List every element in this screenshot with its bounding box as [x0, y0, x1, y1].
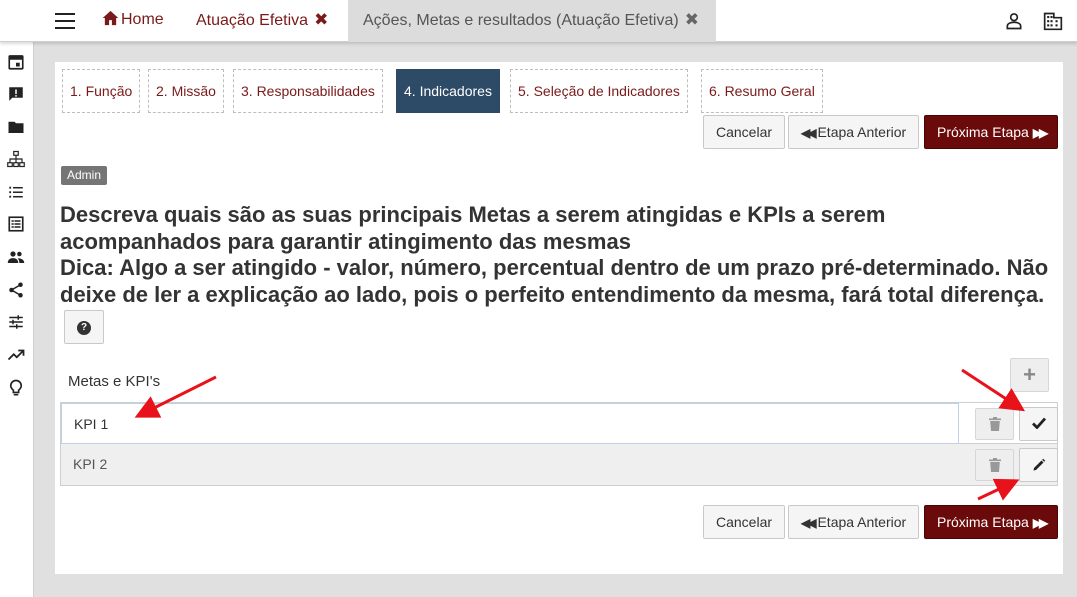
step-indicadores[interactable]: 4. Indicadores [396, 69, 500, 113]
tab-atuacao-efetiva-label: Atuação Efetiva [196, 12, 309, 29]
folder-icon[interactable] [7, 118, 25, 136]
tab-home[interactable]: Home [102, 0, 164, 42]
question-hint: Dica: Algo a ser atingido - valor, númer… [60, 255, 1050, 344]
people-icon[interactable] [7, 248, 25, 266]
sidebar [0, 42, 34, 597]
add-item-button[interactable]: + [1010, 358, 1049, 392]
list-icon[interactable] [7, 183, 25, 201]
calendar-icon[interactable] [7, 53, 25, 71]
tune-icon[interactable] [7, 313, 25, 331]
close-icon[interactable]: ✖ [314, 10, 328, 29]
org-chart-icon[interactable] [7, 150, 25, 168]
pencil-icon [1033, 458, 1045, 471]
close-icon[interactable]: ✖ [685, 10, 699, 29]
question-title: Descreva quais são as suas principais Me… [60, 202, 886, 254]
list-label: Metas e KPI's [68, 373, 161, 390]
list-item [60, 402, 1058, 444]
top-bar: Home Atuação Efetiva ✖ Ações, Metas e res… [0, 0, 1077, 42]
question-hint-text: Dica: Algo a ser atingido - valor, númer… [60, 255, 1049, 307]
tab-acoes-metas-label: Ações, Metas e resultados (Atuação Efeti… [363, 12, 679, 29]
step-funcao[interactable]: 1. Função [62, 69, 141, 113]
step-selecao-indicadores[interactable]: 5. Seleção de Indicadores [510, 69, 688, 113]
kpi-text: KPI 2 [73, 456, 108, 472]
building-icon[interactable] [1043, 11, 1063, 31]
admin-badge: Admin [61, 166, 108, 185]
confirm-button[interactable] [1019, 407, 1058, 441]
user-icon[interactable] [1004, 11, 1024, 31]
next-step-button[interactable]: Próxima Etapa ▶▶ [924, 505, 1059, 539]
prev-step-button-label: Etapa Anterior [817, 514, 907, 530]
cancel-button-label: Cancelar [716, 124, 773, 140]
prev-step-button-label: Etapa Anterior [817, 124, 907, 140]
lightbulb-icon[interactable] [7, 379, 25, 397]
feedback-icon[interactable] [7, 85, 25, 103]
tab-acoes-metas[interactable]: Ações, Metas e resultados (Atuação Efeti… [348, 0, 716, 42]
trash-icon [988, 458, 1001, 472]
menu-icon[interactable] [55, 13, 75, 29]
prev-step-button[interactable]: ◀◀ Etapa Anterior [788, 505, 920, 539]
question-text: Descreva quais são as suas principais Me… [60, 202, 1050, 344]
next-step-button-label: Próxima Etapa [937, 124, 1029, 140]
trash-icon [988, 417, 1001, 431]
document-list-icon[interactable] [7, 215, 25, 233]
step-resumo-geral[interactable]: 6. Resumo Geral [701, 69, 823, 113]
tab-atuacao-efetiva[interactable]: Atuação Efetiva ✖ [196, 0, 328, 42]
cancel-button-label: Cancelar [716, 514, 773, 530]
double-chevron-right-icon: ▶▶ [1032, 126, 1049, 140]
trending-up-icon[interactable] [7, 346, 25, 364]
cancel-button[interactable]: Cancelar [703, 505, 786, 539]
double-chevron-left-icon: ◀◀ [801, 126, 817, 140]
share-icon[interactable] [7, 281, 25, 299]
double-chevron-left-icon: ◀◀ [801, 516, 817, 530]
home-icon [102, 10, 119, 26]
main-card: 1. Função 2. Missão 3. Responsabilidades… [55, 62, 1063, 574]
list-item: KPI 2 [60, 444, 1058, 486]
help-button[interactable]: ? [64, 310, 104, 344]
step-responsabilidades[interactable]: 3. Responsabilidades [233, 69, 383, 113]
prev-step-button[interactable]: ◀◀ Etapa Anterior [788, 115, 920, 149]
next-step-button[interactable]: Próxima Etapa ▶▶ [924, 115, 1059, 149]
check-icon [1031, 417, 1046, 430]
next-step-button-label: Próxima Etapa [937, 514, 1029, 530]
tab-home-label: Home [121, 11, 164, 28]
delete-button[interactable] [975, 408, 1014, 440]
edit-button[interactable] [1019, 448, 1058, 482]
plus-icon: + [1023, 362, 1036, 387]
step-missao[interactable]: 2. Missão [148, 69, 224, 113]
question-circle-icon: ? [77, 321, 91, 336]
kpi-input[interactable] [61, 403, 959, 444]
delete-button[interactable] [975, 449, 1014, 481]
cancel-button[interactable]: Cancelar [703, 115, 786, 149]
double-chevron-right-icon: ▶▶ [1032, 516, 1049, 530]
